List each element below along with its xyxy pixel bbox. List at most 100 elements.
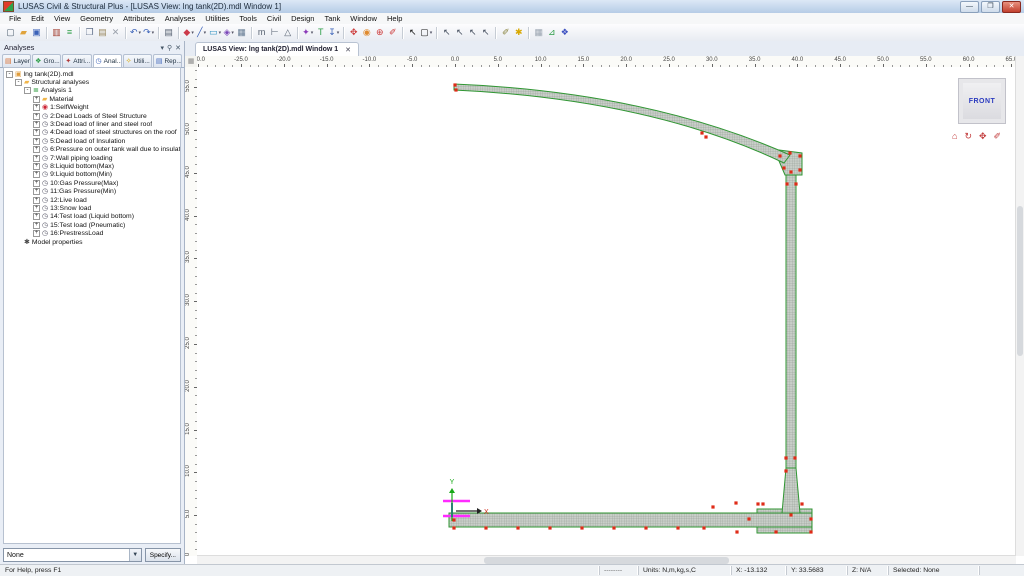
redo-icon[interactable]: ↷▾ (142, 26, 155, 39)
tree-item[interactable]: +◷10:Gas Pressure(Max) (4, 179, 180, 187)
panel-tab-analyses[interactable]: ◷Anal... (93, 54, 122, 67)
select-surfaces-icon[interactable]: ↖ (466, 26, 479, 39)
tab-close-icon[interactable]: ✕ (345, 46, 351, 54)
save-icon[interactable]: ▣ (30, 26, 43, 39)
undo-icon[interactable]: ↶▾ (129, 26, 142, 39)
specify-button[interactable]: Specify... (145, 548, 181, 562)
model-node[interactable] (798, 154, 801, 157)
tabular-data-icon[interactable]: ≡ (63, 26, 76, 39)
expand-box-icon[interactable]: + (33, 180, 40, 187)
paste-icon[interactable]: ▤ (96, 26, 109, 39)
tree-item[interactable]: +◷5:Dead load of Insulation (4, 137, 180, 145)
menu-tools[interactable]: Tools (234, 14, 262, 23)
menu-design[interactable]: Design (286, 14, 319, 23)
model-node[interactable] (452, 526, 455, 529)
transform-icon[interactable]: T (314, 26, 327, 39)
model-node[interactable] (711, 505, 714, 508)
model-node[interactable] (454, 88, 457, 91)
view-pan-icon[interactable]: ✥ (979, 131, 987, 142)
tree-item[interactable]: +▰Material (4, 95, 180, 103)
menu-analyses[interactable]: Analyses (160, 14, 200, 23)
tree-item[interactable]: -≣Analysis 1 (4, 87, 180, 95)
attributes-icon[interactable]: ✦▾ (301, 26, 314, 39)
menu-view[interactable]: View (49, 14, 75, 23)
model-node[interactable] (580, 526, 583, 529)
tree-item[interactable]: +◷11:Gas Pressure(Min) (4, 187, 180, 195)
select-cursor-icon[interactable]: ↖ (406, 26, 419, 39)
new-icon[interactable]: ▢ (4, 26, 17, 39)
tree-item[interactable]: +◷6:Pressure on outer tank wall due to i… (4, 146, 180, 154)
spreadsheet-icon[interactable]: ▦ (532, 26, 545, 39)
expand-box-icon[interactable]: + (33, 197, 40, 204)
select-lines-icon[interactable]: ↖ (453, 26, 466, 39)
volume-icon[interactable]: ◈▾ (222, 26, 235, 39)
model-node[interactable] (761, 502, 764, 505)
image-icon[interactable]: ▦ (235, 26, 248, 39)
dropdown-arrow-icon[interactable]: ▾ (231, 30, 234, 36)
model-node[interactable] (798, 168, 801, 171)
tree-item[interactable]: +◷8:Liquid bottom(Max) (4, 162, 180, 170)
model-node[interactable] (453, 83, 456, 86)
model-node[interactable] (778, 154, 781, 157)
tree-item[interactable]: +◷12:Live load (4, 196, 180, 204)
supports-icon[interactable]: ⊢ (268, 26, 281, 39)
expand-box-icon[interactable]: + (33, 230, 40, 237)
model-node[interactable] (676, 526, 679, 529)
model-node[interactable] (702, 526, 705, 529)
dropdown-arrow-icon[interactable]: ▾ (191, 30, 194, 36)
copy-icon[interactable]: ❐ (83, 26, 96, 39)
combo-dropdown-icon[interactable]: ▼ (129, 549, 141, 561)
model-node[interactable] (793, 456, 796, 459)
view-tab[interactable]: LUSAS View: lng tank(2D).mdl Window 1 ✕ (195, 42, 359, 56)
tree-item[interactable]: +◷7:Wall piping loading (4, 154, 180, 162)
panel-tab-reports[interactable]: ▤Rep... (153, 54, 182, 67)
open-icon[interactable]: ▰ (17, 26, 30, 39)
menu-window[interactable]: Window (345, 14, 382, 23)
model-node[interactable] (784, 469, 787, 472)
vertical-scrollbar[interactable] (1015, 56, 1024, 556)
wall-base-junction[interactable] (782, 468, 800, 513)
tree-item[interactable]: +◷13:Snow load (4, 204, 180, 212)
view-sketch-icon[interactable]: ✐ (994, 131, 1002, 142)
model-node[interactable] (782, 166, 785, 169)
dropdown-arrow-icon[interactable]: ▾ (311, 30, 314, 36)
tree-item[interactable]: +◷2:Dead Loads of Steel Structure (4, 112, 180, 120)
expand-box-icon[interactable]: + (33, 171, 40, 178)
expand-box-icon[interactable]: + (33, 138, 40, 145)
tree-item[interactable]: +◉1:SelfWeight (4, 104, 180, 112)
expand-box-icon[interactable]: + (33, 104, 40, 111)
surface-icon[interactable]: ▭▾ (208, 26, 222, 39)
tree-item[interactable]: +◷9:Liquid bottom(Min) (4, 171, 180, 179)
model-node[interactable] (788, 151, 791, 154)
menu-tank[interactable]: Tank (319, 14, 345, 23)
restore-button[interactable]: ❐ (981, 1, 1000, 13)
loadcase-combo[interactable]: None ▼ (3, 548, 142, 562)
menu-edit[interactable]: Edit (26, 14, 49, 23)
expand-box-icon[interactable]: + (33, 163, 40, 170)
model-node[interactable] (734, 501, 737, 504)
loading-icon[interactable]: ↧▾ (327, 26, 340, 39)
dropdown-arrow-icon[interactable]: ▾ (204, 30, 207, 36)
menu-civil[interactable]: Civil (262, 14, 286, 23)
tree-item[interactable]: +◷16:PrestressLoad (4, 229, 180, 237)
model-report-icon[interactable]: ▥ (50, 26, 63, 39)
minimize-button[interactable]: — (960, 1, 979, 13)
fix-icon[interactable]: ◉ (360, 26, 373, 39)
menu-utilities[interactable]: Utilities (200, 14, 234, 23)
graph-wizard-icon[interactable]: ⊿ (545, 26, 558, 39)
model-node[interactable] (700, 131, 703, 134)
orientation-cube[interactable]: FRONT (958, 78, 1006, 124)
collapse-box-icon[interactable]: - (24, 87, 31, 94)
model-node[interactable] (747, 517, 750, 520)
tree-item[interactable]: -▰Structural analyses (4, 78, 180, 86)
delete-icon[interactable]: ✕ (109, 26, 122, 39)
slideline-icon[interactable]: △ (281, 26, 294, 39)
tree-item[interactable]: +◷3:Dead load of liner and steel roof (4, 120, 180, 128)
model-node[interactable] (809, 517, 812, 520)
outer-wall[interactable] (786, 175, 796, 468)
view-home-icon[interactable]: ⌂ (952, 131, 957, 142)
model-node[interactable] (785, 182, 788, 185)
point-icon[interactable]: ◆▾ (182, 26, 195, 39)
panel-tab-attributes[interactable]: ✦Attri... (62, 54, 91, 67)
dropdown-arrow-icon[interactable]: ▾ (219, 30, 222, 36)
